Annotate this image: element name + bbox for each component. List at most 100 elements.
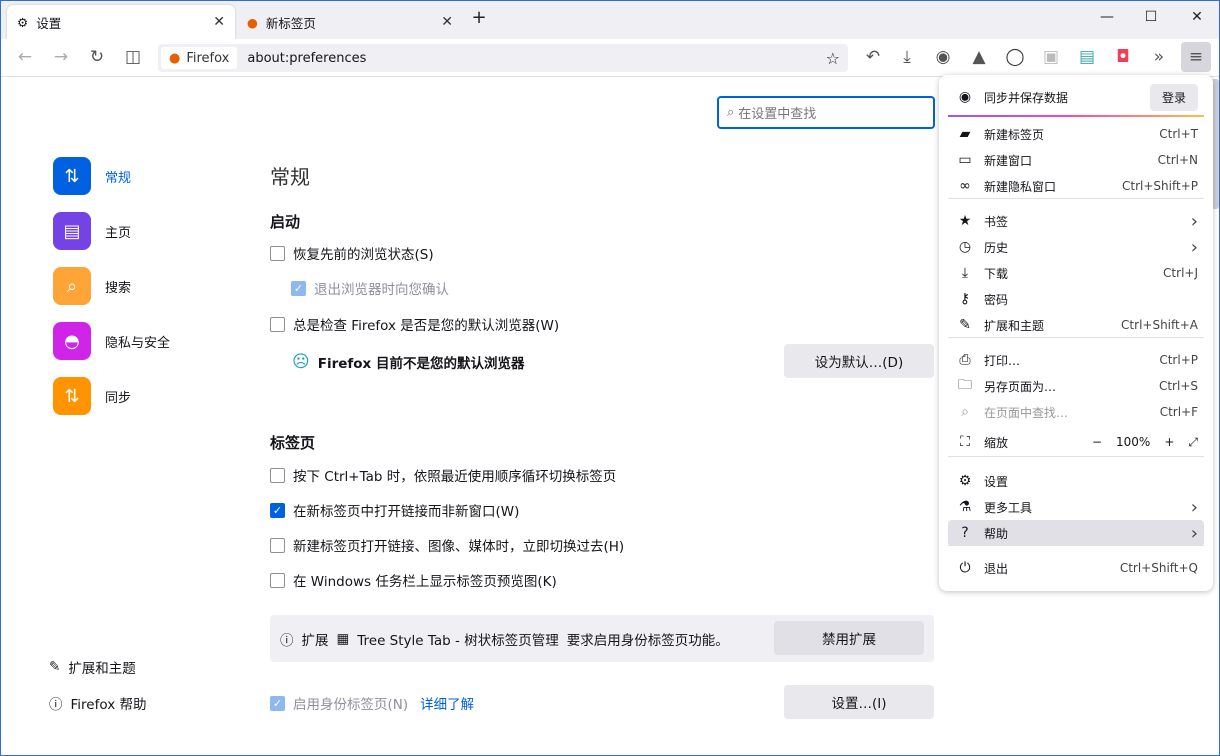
- save-icon[interactable]: ▤: [1075, 47, 1099, 67]
- zoom-in-button[interactable]: +: [1164, 435, 1174, 449]
- circle-extension-icon[interactable]: ◯: [1003, 47, 1027, 67]
- confirm-exit-checkbox[interactable]: ✓ 退出浏览器时向您确认: [291, 278, 449, 298]
- menu-item[interactable]: ? 帮助 ›: [948, 520, 1204, 546]
- pocket-icon[interactable]: ◘: [1111, 47, 1135, 67]
- menu-item-icon: ▭: [958, 152, 972, 168]
- privacy-mask-icon: ◓: [53, 322, 91, 360]
- menu-item-shortcut: Ctrl+J: [1163, 266, 1198, 280]
- screenshot-icon[interactable]: ◉: [931, 47, 955, 67]
- menu-item-label: 下载: [984, 266, 1009, 281]
- menu-item-icon: ⚙: [958, 473, 972, 489]
- menu-item-label: 退出: [984, 561, 1009, 576]
- menu-item[interactable]: ★ 书签 ›: [948, 208, 1204, 234]
- menu-item[interactable]: ◷ 历史 ›: [948, 234, 1204, 260]
- menu-item[interactable]: 🗀 另存页面为… Ctrl+S: [948, 373, 1204, 399]
- menu-item-shortcut: Ctrl+F: [1159, 405, 1198, 419]
- firefox-icon: ●: [169, 50, 181, 66]
- fullscreen-button[interactable]: ⤢: [1188, 435, 1198, 450]
- account-icon: ◉: [958, 89, 972, 105]
- home-icon: ▤: [53, 212, 91, 250]
- reload-icon[interactable]: ↻: [85, 47, 109, 67]
- undo-icon[interactable]: ↶: [861, 47, 885, 67]
- sidebar-item-sync[interactable]: ⇅ 同步: [53, 377, 131, 415]
- tab-new-tab[interactable]: ● 新标签页 ✕: [237, 5, 463, 39]
- container-extension-icon[interactable]: ▣: [1039, 47, 1063, 67]
- tab-bar: ⚙ 设置 ✕ ● 新标签页 ✕ + — ☐ ✕: [1, 1, 1219, 39]
- close-window-button[interactable]: ✕: [1177, 9, 1217, 25]
- menu-item-icon: ★: [958, 213, 972, 229]
- menu-item-label: 在页面中查找…: [984, 405, 1069, 420]
- menu-item-label: 历史: [984, 240, 1009, 255]
- download-icon[interactable]: ⤓: [895, 47, 919, 67]
- menu-item-label: 打印…: [984, 353, 1021, 368]
- menu-item[interactable]: ⏻ 退出 Ctrl+Shift+Q: [948, 555, 1204, 581]
- menu-item-shortcut: Ctrl+Shift+A: [1121, 318, 1198, 332]
- menu-item-shortcut: Ctrl+S: [1158, 379, 1198, 393]
- taskbar-previews-checkbox[interactable]: 在 Windows 任务栏上显示标签页预览图(K): [270, 570, 557, 590]
- puzzle-icon: ✎: [49, 659, 61, 675]
- url-text[interactable]: about:preferences: [247, 51, 366, 66]
- sidebar-item-general[interactable]: ⇅ 常规: [53, 157, 131, 195]
- zoom-out-button[interactable]: −: [1092, 435, 1102, 449]
- menu-item-icon: ?: [961, 525, 969, 541]
- page-title: 常规: [270, 165, 310, 189]
- sidebar-icon[interactable]: ◫: [121, 47, 145, 67]
- zoom-value[interactable]: 100%: [1116, 435, 1150, 449]
- extension-notice: ⓘ 扩展 ▦ Tree Style Tab - 树状标签页管理 要求启用身份标签页功能。…: [270, 615, 934, 662]
- menu-item[interactable]: ⌕ 在页面中查找… Ctrl+F: [948, 399, 1204, 425]
- restore-session-checkbox[interactable]: 恢复先前的浏览状态(S): [270, 243, 434, 263]
- menu-item[interactable]: ⤓ 下载 Ctrl+J: [948, 260, 1204, 286]
- settings-search-input[interactable]: ⌕ 在设置中查找: [717, 96, 935, 129]
- close-tab-icon[interactable]: ✕: [441, 14, 453, 30]
- forward-icon[interactable]: →: [49, 47, 73, 67]
- search-icon: ⌕: [53, 267, 91, 305]
- set-default-button[interactable]: 设为默认…(D): [784, 344, 934, 378]
- menu-item-label: 密码: [984, 292, 1009, 307]
- rocket-icon[interactable]: ▲: [967, 47, 991, 67]
- close-tab-icon[interactable]: ✕: [213, 14, 225, 30]
- learn-more-link[interactable]: 详细了解: [420, 693, 474, 713]
- sidebar-link-help[interactable]: ⓘ Firefox 帮助: [49, 693, 146, 713]
- menu-item-label: 设置: [984, 474, 1009, 489]
- maximize-button[interactable]: ☐: [1131, 9, 1171, 25]
- disable-extension-button[interactable]: 禁用扩展: [774, 621, 924, 655]
- menu-item-label: 新建隐私窗口: [984, 179, 1057, 194]
- menu-separator: [948, 198, 1204, 199]
- overflow-chevrons-icon[interactable]: »: [1147, 47, 1171, 67]
- url-bar[interactable]: ● Firefox about:preferences ☆: [158, 44, 848, 72]
- containers-checkbox[interactable]: ✓ 启用身份标签页(N) 详细了解: [270, 693, 474, 713]
- sidebar-link-addons[interactable]: ✎ 扩展和主题: [49, 657, 136, 677]
- minimize-button[interactable]: —: [1087, 9, 1127, 25]
- menu-item[interactable]: ⚗ 更多工具 ›: [948, 494, 1204, 520]
- check-default-checkbox[interactable]: 总是检查 Firefox 是否是您的默认浏览器(W): [270, 314, 559, 334]
- menu-sync[interactable]: ◉ 同步并保存数据 登录: [948, 83, 1204, 111]
- new-tab-button[interactable]: +: [459, 7, 499, 28]
- tab-settings[interactable]: ⚙ 设置 ✕: [7, 5, 235, 39]
- identity-chip[interactable]: ● Firefox: [161, 47, 238, 69]
- sidebar-item-home[interactable]: ▤ 主页: [53, 212, 131, 250]
- sidebar-item-privacy[interactable]: ◓ 隐私与安全: [53, 322, 170, 360]
- menu-item[interactable]: ⚙ 设置: [948, 468, 1204, 494]
- menu-item[interactable]: ▭ 新建窗口 Ctrl+N: [948, 147, 1204, 173]
- menu-separator: [948, 456, 1204, 457]
- signin-button[interactable]: 登录: [1149, 83, 1198, 111]
- menu-item-icon: 🗀: [958, 377, 972, 393]
- sidebar-item-search[interactable]: ⌕ 搜索: [53, 267, 131, 305]
- sad-face-icon: ☹: [292, 352, 310, 372]
- menu-item[interactable]: ⎙ 打印… Ctrl+P: [948, 347, 1204, 373]
- app-menu-button[interactable]: ≡: [1181, 42, 1211, 72]
- menu-zoom: ⛶ 缩放 −100% + ⤢: [948, 429, 1204, 455]
- menu-item-icon: ▰: [959, 126, 971, 142]
- open-links-in-tabs-checkbox[interactable]: ✓ 在新标签页中打开链接而非新窗口(W): [270, 500, 519, 520]
- container-settings-button[interactable]: 设置…(I): [784, 685, 934, 719]
- menu-item[interactable]: ⚷ 密码: [948, 286, 1204, 312]
- back-icon[interactable]: ←: [13, 47, 37, 67]
- menu-item[interactable]: ▰ 新建标签页 Ctrl+T: [948, 121, 1204, 147]
- switch-to-tab-checkbox[interactable]: 新建标签页打开链接、图像、媒体时，立即切换过去(H): [270, 535, 624, 555]
- sync-divider: [948, 115, 1204, 117]
- menu-item-icon: ✎: [959, 317, 971, 333]
- menu-item[interactable]: ✎ 扩展和主题 Ctrl+Shift+A: [948, 312, 1204, 338]
- menu-item[interactable]: ∞ 新建隐私窗口 Ctrl+Shift+P: [948, 173, 1204, 199]
- bookmark-star-icon[interactable]: ☆: [826, 49, 840, 68]
- ctrl-tab-checkbox[interactable]: 按下 Ctrl+Tab 时，依照最近使用顺序循环切换标签页: [270, 465, 616, 485]
